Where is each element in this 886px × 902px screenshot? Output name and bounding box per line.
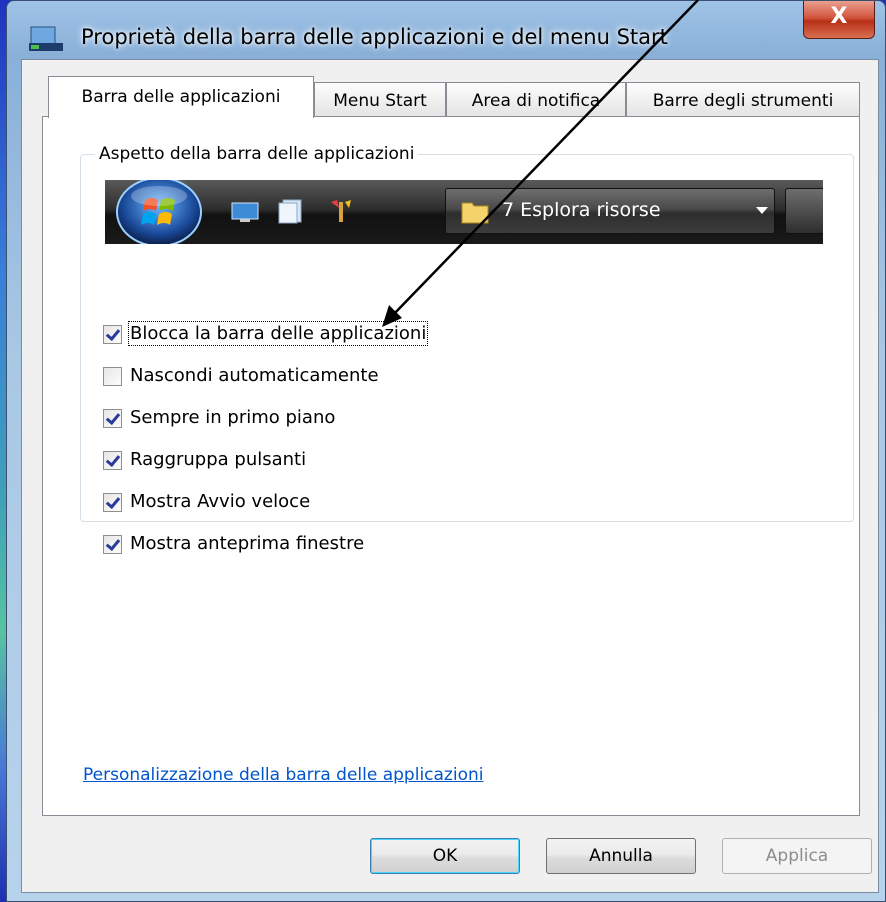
window-title: Proprietà della barra delle applicazioni… [81,25,668,49]
tab-toolbars[interactable]: Barre degli strumenti [626,82,860,116]
group-buttons-checkbox[interactable] [103,451,122,470]
appearance-group-label: Aspetto della barra delle applicazioni [95,144,419,164]
apply-button[interactable]: Applica [722,838,872,874]
explorer-taskbar-button: 7 Esplora risorse [445,188,775,234]
ok-button[interactable]: OK [370,838,520,874]
paint-taskbar-button [785,188,823,234]
title-bar[interactable]: Proprietà della barra delle applicazioni… [7,1,885,59]
window-previews-checkbox[interactable] [103,535,122,554]
quick-launch-label[interactable]: Mostra Avvio veloce [130,491,310,512]
tab-taskbar[interactable]: Barra delle applicazioni [48,76,314,118]
group-buttons-label[interactable]: Raggruppa pulsanti [130,449,306,470]
show-desktop-icon [231,202,259,222]
tab-page-taskbar: Aspetto della barra delle applicazioni 7… [42,116,860,816]
switch-windows-icon [278,199,302,224]
folder-icon [461,202,489,224]
start-orb-icon [116,180,202,244]
taskbar-properties-icon [29,26,63,51]
lock-taskbar-label[interactable]: Blocca la barra delle applicazioni [127,321,429,346]
window-previews-label[interactable]: Mostra anteprima finestre [130,533,364,554]
auto-hide-label[interactable]: Nascondi automaticamente [130,365,379,386]
chevron-down-icon [756,207,768,214]
paint-icon [331,200,351,222]
taskbar-preview: 7 Esplora risorse [105,180,823,244]
properties-dialog: Proprietà della barra delle applicazioni… [6,0,886,902]
always-on-top-checkbox[interactable] [103,409,122,428]
dialog-client-area: Barra delle applicazioni Menu Start Area… [21,59,879,893]
close-icon: X [830,4,848,29]
lock-taskbar-checkbox[interactable] [103,325,122,344]
tab-start-menu[interactable]: Menu Start [314,82,446,116]
customize-taskbar-link[interactable]: Personalizzazione della barra delle appl… [83,765,483,785]
always-on-top-label[interactable]: Sempre in primo piano [130,407,335,428]
tab-notification-area[interactable]: Area di notifica [446,82,626,116]
explorer-taskbar-label: 7 Esplora risorse [502,199,661,221]
close-button[interactable]: X [803,1,875,39]
quick-launch-checkbox[interactable] [103,493,122,512]
auto-hide-checkbox[interactable] [103,367,122,386]
cancel-button[interactable]: Annulla [546,838,696,874]
